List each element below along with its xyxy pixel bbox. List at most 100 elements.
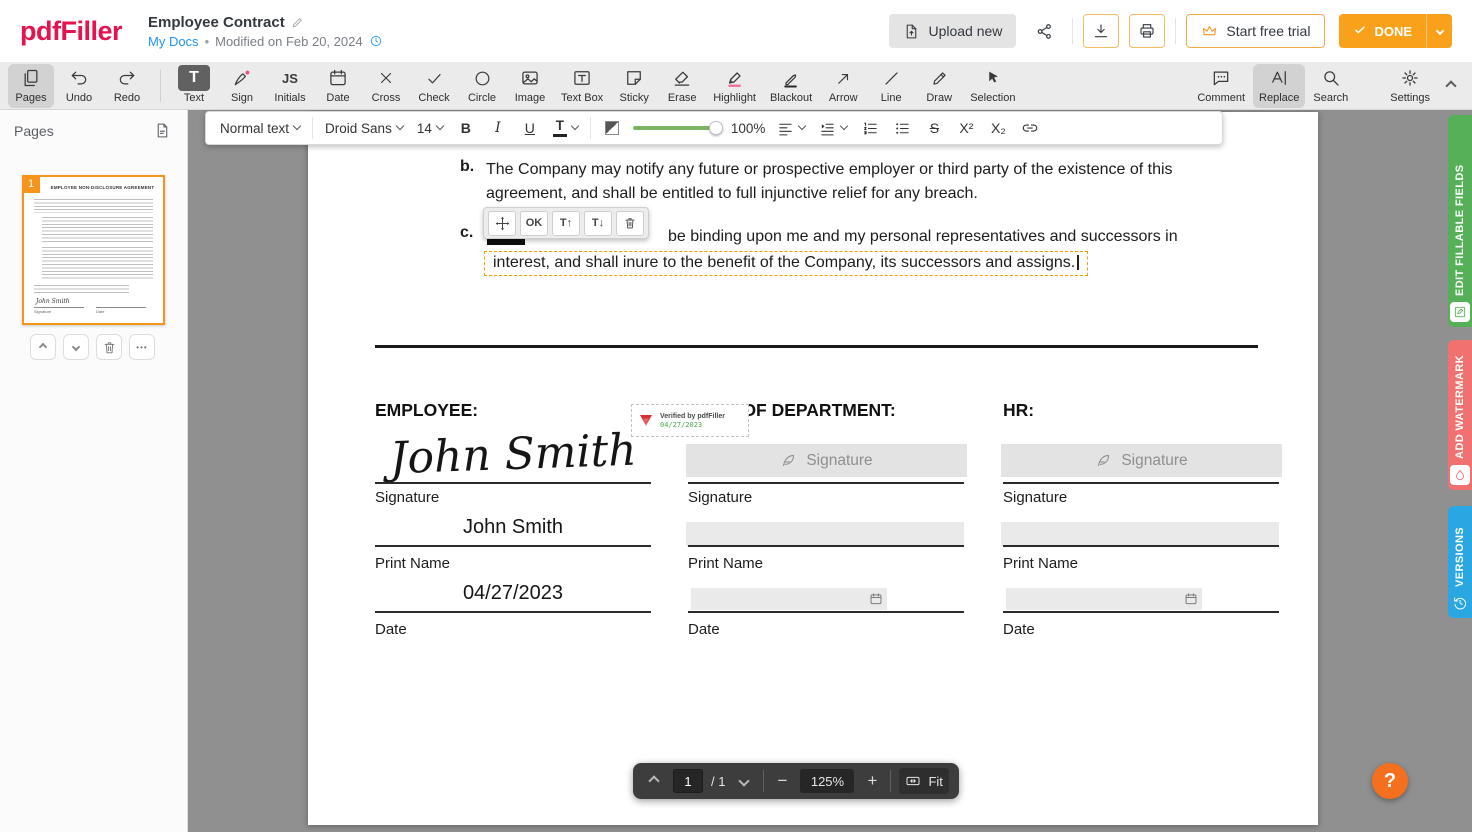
toolbar-sticky[interactable]: Sticky [611, 64, 657, 108]
opacity-slider[interactable] [633, 126, 721, 130]
link-button[interactable] [1019, 116, 1041, 140]
toolbar-date[interactable]: Date [315, 64, 361, 108]
hod-print-name-field[interactable] [686, 522, 964, 546]
toolbar-search[interactable]: Search [1307, 64, 1354, 108]
toolbar-comment[interactable]: Comment [1191, 64, 1251, 108]
paragraph-style-dropdown[interactable]: Normal text [218, 118, 302, 139]
toolbar-initials[interactable]: JS Initials [267, 64, 313, 108]
signature-label: Signature [1003, 489, 1067, 506]
download-button[interactable] [1083, 14, 1119, 48]
subscript-button[interactable]: X₂ [987, 116, 1009, 140]
employee-date-value[interactable]: 04/27/2023 [375, 582, 651, 605]
toolbar-circle[interactable]: Circle [459, 64, 505, 108]
toolbar-replace[interactable]: Replace [1253, 64, 1305, 108]
toolbar-cross[interactable]: Cross [363, 64, 409, 108]
breadcrumb-my-docs[interactable]: My Docs [148, 34, 199, 49]
toolbar-arrow[interactable]: Arrow [820, 64, 866, 108]
toolbar-line[interactable]: Line [868, 64, 914, 108]
employee-print-name-value[interactable]: John Smith [375, 516, 651, 539]
editable-text-field[interactable]: interest, and shall inure to the benefit… [484, 251, 1088, 276]
thumbnail-date-line: Date [96, 307, 146, 314]
move-page-down-button[interactable] [63, 334, 89, 360]
page-number-input[interactable] [673, 769, 703, 793]
employee-signature-value[interactable]: John Smith [374, 413, 652, 485]
text-color-dropdown[interactable]: T [551, 116, 580, 140]
version-history-clock-icon[interactable] [369, 34, 383, 48]
font-size-dropdown[interactable]: 14 [415, 118, 445, 139]
upload-icon [903, 23, 920, 40]
hod-signature-field[interactable]: Signature [686, 444, 967, 477]
add-watermark-tab[interactable]: ADD WATERMARK [1448, 340, 1472, 490]
chevron-down-icon [571, 122, 579, 130]
hr-print-name-field[interactable] [1001, 522, 1279, 546]
numbered-list-button[interactable] [859, 116, 881, 140]
toolbar-text-box[interactable]: Text Box [555, 64, 609, 108]
signature-button-label: Signature [1121, 452, 1187, 470]
delete-page-button[interactable] [96, 334, 122, 360]
font-size-increase-button[interactable]: T↑ [552, 211, 580, 236]
move-annotation-button[interactable] [488, 211, 516, 236]
start-free-trial-button[interactable]: Start free trial [1186, 14, 1325, 48]
print-name-line [688, 545, 964, 547]
toolbar-blackout[interactable]: Blackout [764, 64, 818, 108]
pdffiller-logo[interactable]: pdfFiller [20, 16, 122, 47]
clause-c-line2: interest, and shall inure to the benefit… [493, 254, 1075, 271]
toolbar-settings[interactable]: Settings [1384, 64, 1436, 108]
ok-button[interactable]: OK [520, 211, 548, 236]
toolbar-redo[interactable]: Redo [104, 64, 150, 108]
bullet-list-button[interactable] [891, 116, 913, 140]
verified-stamp[interactable]: Verified by pdfFiller 04/27/2023 [631, 404, 749, 437]
toolbar-text[interactable]: T Text [171, 64, 217, 108]
employee-heading: EMPLOYEE: [375, 400, 478, 421]
page-more-options-button[interactable]: ••• [129, 334, 155, 360]
move-page-up-button[interactable] [30, 334, 56, 360]
toolbar-draw[interactable]: Draw [916, 64, 962, 108]
toolbar-image[interactable]: Image [507, 64, 553, 108]
zoom-in-button[interactable]: + [862, 769, 882, 793]
highlighter-icon [725, 67, 745, 89]
align-dropdown[interactable] [775, 117, 807, 140]
toolbar-highlight[interactable]: Highlight [707, 64, 762, 108]
toolbar-selection[interactable]: Selection [964, 64, 1021, 108]
edit-fillable-fields-tab[interactable]: EDIT FILLABLE FIELDS [1448, 115, 1472, 327]
page-manager-icon[interactable] [154, 122, 171, 139]
underline-button[interactable]: U [519, 116, 541, 140]
edit-title-icon[interactable] [291, 16, 304, 29]
strikethrough-button[interactable]: S [923, 116, 945, 140]
numbered-list-icon [862, 120, 879, 137]
help-button[interactable]: ? [1372, 763, 1408, 799]
hr-signature-field[interactable]: Signature [1001, 444, 1282, 477]
previous-page-button[interactable] [643, 769, 665, 793]
indent-dropdown[interactable] [817, 117, 849, 140]
upload-new-button[interactable]: Upload new [889, 14, 1016, 48]
zoom-level[interactable]: 125% [800, 769, 854, 793]
hod-date-field[interactable] [691, 588, 887, 610]
done-button[interactable]: DONE [1339, 14, 1426, 48]
align-left-icon [777, 120, 794, 137]
highlight-color-button[interactable] [601, 116, 623, 140]
print-button[interactable] [1129, 14, 1165, 48]
delete-annotation-button[interactable] [616, 211, 644, 236]
bold-button[interactable]: B [455, 116, 477, 140]
toolbar-pages[interactable]: Pages [8, 64, 54, 108]
versions-tab[interactable]: VERSIONS [1448, 506, 1472, 618]
collapse-toolbar-button[interactable] [1438, 66, 1464, 106]
toolbar-check[interactable]: Check [411, 64, 457, 108]
paragraph-style-value: Normal text [220, 121, 289, 136]
next-page-button[interactable] [733, 769, 755, 793]
hr-date-field[interactable] [1006, 588, 1202, 610]
toolbar-undo[interactable]: Undo [56, 64, 102, 108]
fit-button[interactable]: Fit [899, 768, 948, 794]
toolbar-label: Erase [668, 92, 697, 104]
zoom-out-button[interactable]: − [772, 769, 792, 793]
slider-thumb[interactable] [709, 121, 723, 135]
toolbar-erase[interactable]: Erase [659, 64, 705, 108]
italic-button[interactable]: I [487, 116, 509, 140]
font-family-dropdown[interactable]: Droid Sans [323, 118, 405, 139]
toolbar-sign[interactable]: Sign [219, 64, 265, 108]
page-thumbnail[interactable]: 1 EMPLOYEE NON-DISCLOSURE AGREEMENT John… [22, 175, 165, 325]
done-dropdown-button[interactable] [1426, 14, 1452, 48]
superscript-button[interactable]: X² [955, 116, 977, 140]
share-button[interactable] [1026, 14, 1062, 48]
font-size-decrease-button[interactable]: T↓ [584, 211, 612, 236]
